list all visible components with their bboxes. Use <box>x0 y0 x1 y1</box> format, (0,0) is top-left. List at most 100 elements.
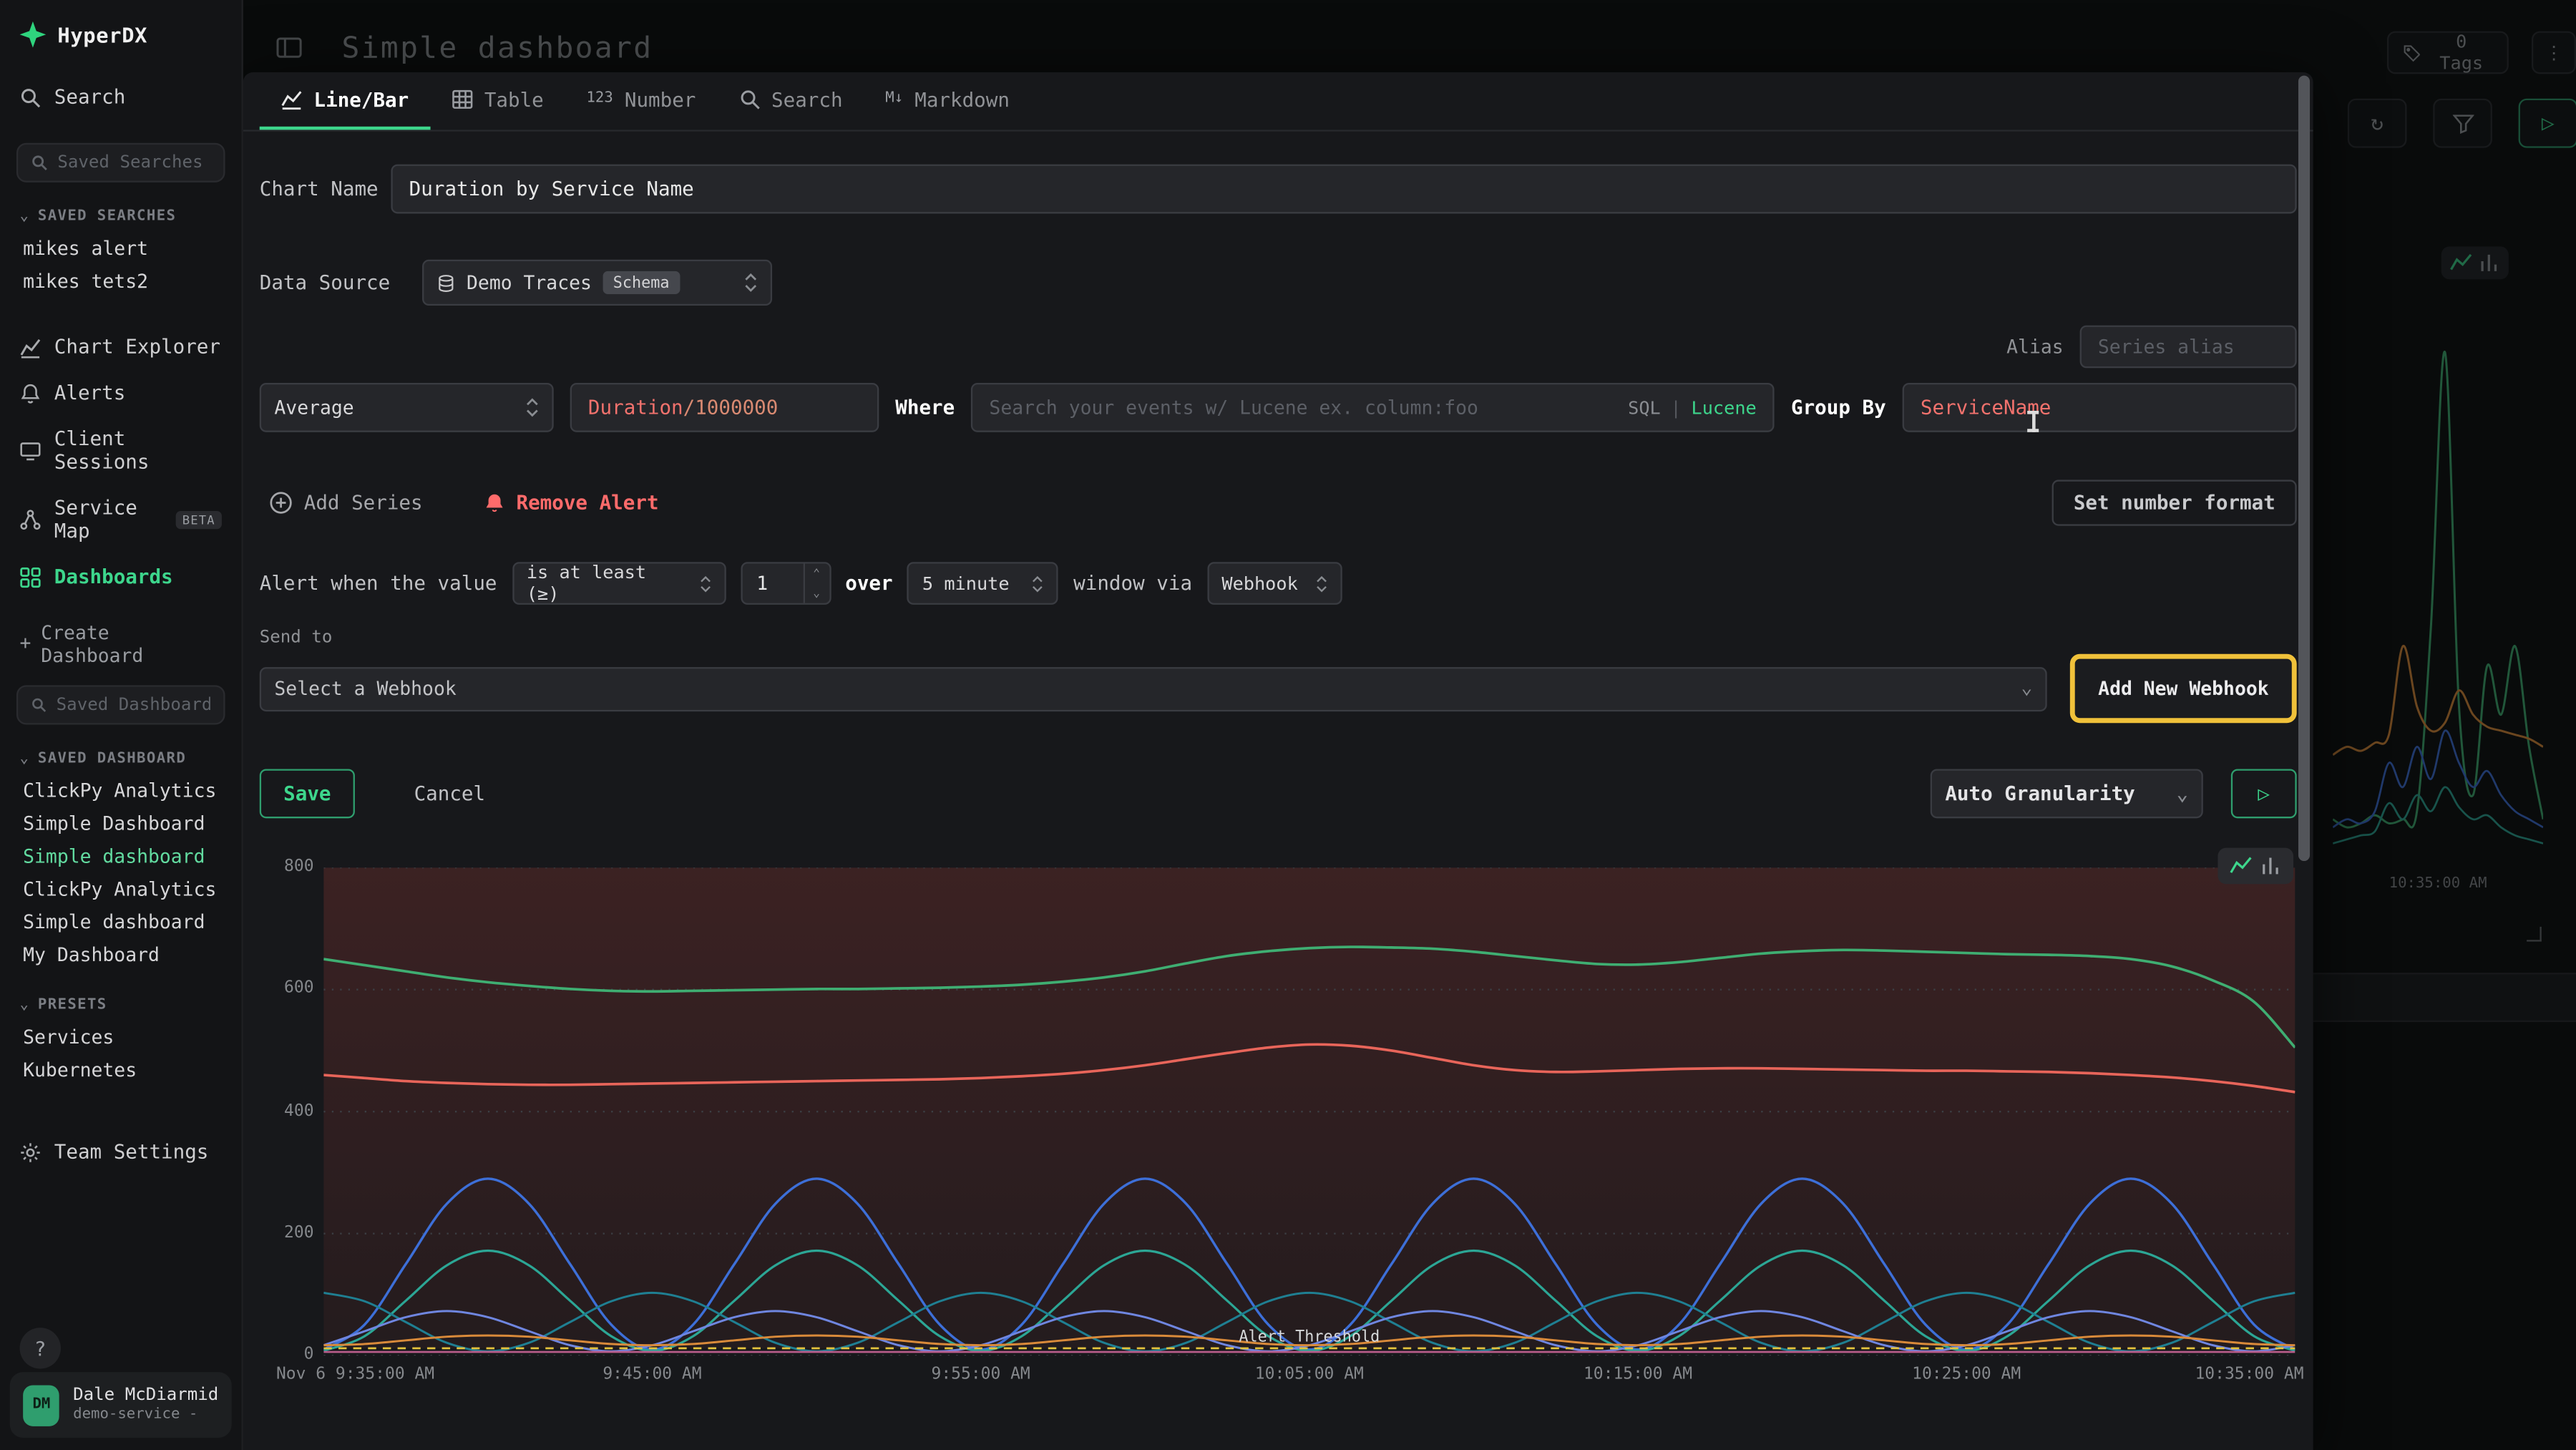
send-to-label: Send to <box>260 628 2297 648</box>
saved-dashboard-item[interactable]: Simple dashboard <box>0 905 241 938</box>
plot-area[interactable]: Alert Threshold <box>323 867 2295 1356</box>
saved-searches-input[interactable]: Saved Searches <box>16 143 225 183</box>
series-alias-input[interactable] <box>2080 326 2297 369</box>
dashboards-grid-icon <box>20 566 42 588</box>
chart-type-toggle <box>2218 848 2293 885</box>
chevron-down-icon[interactable]: ⌄ <box>804 583 829 603</box>
tab-search[interactable]: Search <box>717 72 864 130</box>
data-source-select[interactable]: Demo Traces Schema <box>422 260 772 306</box>
sidebar-item-alerts[interactable]: Alerts <box>0 370 241 416</box>
brand[interactable]: HyperDX <box>0 0 241 48</box>
alert-threshold-input[interactable]: ⌃ ⌄ <box>740 562 830 605</box>
remove-alert-button[interactable]: Remove Alert <box>475 490 668 516</box>
saved-dashboard-item-active[interactable]: Simple dashboard <box>0 840 241 872</box>
saved-dashboard-item[interactable]: My Dashboard <box>0 938 241 971</box>
beta-badge: BETA <box>176 510 222 528</box>
tab-table[interactable]: Table <box>430 72 565 130</box>
saved-dashboards-header[interactable]: ⌄ SAVED DASHBOARD <box>20 751 222 767</box>
window-via-text: window via <box>1073 572 1192 595</box>
alert-prefix-text: Alert when the value <box>260 572 497 595</box>
sidebar-item-search[interactable]: Search <box>0 74 241 120</box>
run-chart-button[interactable]: ▷ <box>2231 769 2297 818</box>
query-language-toggle[interactable]: SQL | Lucene <box>1628 396 1757 418</box>
tab-line-bar[interactable]: Line/Bar <box>260 72 430 130</box>
user-menu[interactable]: DM Dale McDiarmid demo-service - <box>10 1372 232 1438</box>
data-source-label: Data Source <box>260 271 422 294</box>
bar-chart-icon[interactable] <box>2259 855 2282 877</box>
sql-toggle[interactable]: SQL <box>1628 396 1661 418</box>
line-chart-icon[interactable] <box>2230 855 2253 877</box>
group-by-input[interactable] <box>1903 383 2297 432</box>
saved-dashboard-item[interactable]: ClickPy Analytics <box>0 774 241 807</box>
preset-item[interactable]: Kubernetes <box>0 1054 241 1086</box>
scrollbar-thumb[interactable] <box>2298 76 2310 861</box>
search-icon <box>20 87 42 108</box>
granularity-select[interactable]: Auto Granularity ⌄ <box>1931 769 2203 818</box>
modal-scrollbar[interactable] <box>2298 76 2310 1448</box>
sidebar-item-dashboards[interactable]: Dashboards <box>0 554 241 600</box>
help-button[interactable]: ? <box>20 1328 61 1368</box>
hyperdx-logo-icon <box>20 21 47 48</box>
saved-searches-header[interactable]: ⌄ SAVED SEARCHES <box>20 209 222 225</box>
markdown-icon: M↓ <box>885 92 903 107</box>
tab-markdown[interactable]: M↓ Markdown <box>864 72 1030 130</box>
plus-circle-icon <box>270 491 293 514</box>
number-stepper[interactable]: ⌃ ⌄ <box>803 563 829 603</box>
chart-name-input[interactable] <box>391 165 2296 214</box>
saved-dashboard-item[interactable]: Simple Dashboard <box>0 807 241 840</box>
alert-channel-select[interactable]: Webhook <box>1207 562 1342 605</box>
chevron-up-icon[interactable]: ⌃ <box>804 563 829 583</box>
chevron-down-icon: ⌄ <box>2021 679 2032 698</box>
sidebar-item-service-map[interactable]: Service Map BETA <box>0 485 241 553</box>
aggregation-field-input[interactable]: Duration/1000000 <box>570 383 879 432</box>
main-area: Simple dashboard 0 Tags ⋮ ↻ ▷ <box>243 0 2576 1450</box>
sidebar-item-team-settings[interactable]: Team Settings <box>0 1129 241 1174</box>
sidebar-item-label: Dashboards <box>54 565 173 588</box>
save-button[interactable]: Save <box>260 769 355 818</box>
where-search-input[interactable]: Search your events w/ Lucene ex. column:… <box>971 383 1775 432</box>
brand-name: HyperDX <box>57 22 147 47</box>
aggregation-select[interactable]: Average <box>260 383 554 432</box>
saved-search-item[interactable]: mikes alert <box>0 232 241 265</box>
sidebar-item-client-sessions[interactable]: Client Sessions <box>0 416 241 485</box>
database-icon <box>437 273 455 291</box>
preset-item[interactable]: Services <box>0 1021 241 1054</box>
table-icon <box>452 89 473 110</box>
saved-dashboards-placeholder: Saved Dashboards <box>57 695 210 715</box>
saved-dashboard-item[interactable]: ClickPy Analytics <box>0 872 241 905</box>
sidebar-item-label: Chart Explorer <box>54 335 220 358</box>
y-axis-tick: 200 <box>260 1224 314 1242</box>
saved-search-item[interactable]: mikes tets2 <box>0 265 241 298</box>
webhook-select[interactable]: Select a Webhook ⌄ <box>260 666 2047 711</box>
sidebar-item-chart-explorer[interactable]: Chart Explorer <box>0 323 241 369</box>
chevron-up-down-icon <box>744 273 757 293</box>
chevron-down-icon: ⌄ <box>20 998 30 1013</box>
chart-canvas: Alert Threshold <box>323 867 2295 1356</box>
sidebar-item-label: Search <box>54 85 126 108</box>
create-dashboard-button[interactable]: + Create Dashboard <box>20 616 222 672</box>
cancel-button[interactable]: Cancel <box>404 781 495 807</box>
set-number-format-button[interactable]: Set number format <box>2052 480 2297 525</box>
add-series-button[interactable]: Add Series <box>260 490 433 516</box>
alert-condition-select[interactable]: is at least (≥) <box>512 562 725 605</box>
alert-window-select[interactable]: 5 minute <box>907 562 1058 605</box>
chevron-down-icon: ⌄ <box>20 751 30 767</box>
play-icon: ▷ <box>2258 784 2270 804</box>
service-map-icon <box>20 509 42 530</box>
user-subtitle: demo-service - <box>73 1407 218 1425</box>
add-new-webhook-button[interactable]: Add New Webhook <box>2070 654 2297 723</box>
saved-dashboards-input[interactable]: Saved Dashboards <box>16 685 225 724</box>
chevron-down-icon: ⌄ <box>2177 784 2189 804</box>
alert-threshold-value[interactable] <box>756 572 799 595</box>
presets-header[interactable]: ⌄ PRESETS <box>20 998 222 1014</box>
tab-number[interactable]: 123 Number <box>565 72 718 130</box>
x-axis-tick: 10:05:00 AM <box>1255 1366 1364 1383</box>
chevron-up-down-icon <box>1315 574 1327 592</box>
chart-type-tabs: Line/Bar Table 123 Number Search M↓ Mark… <box>243 72 2313 132</box>
chart-icon <box>20 336 42 358</box>
number-123-icon: 123 <box>586 92 613 107</box>
search-icon <box>738 89 760 110</box>
lucene-toggle[interactable]: Lucene <box>1692 396 1757 418</box>
sidebar-item-label: Service Map <box>54 496 162 542</box>
x-axis-tick: 10:25:00 AM <box>1912 1366 2021 1383</box>
